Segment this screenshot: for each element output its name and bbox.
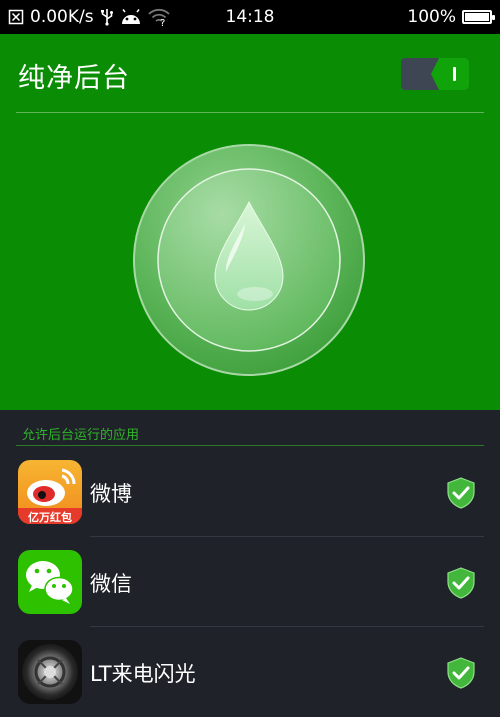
weibo-icon: 亿万红包 [18, 460, 82, 524]
allowed-apps-label: 允许后台运行的应用 [22, 428, 140, 443]
wechat-icon [18, 550, 82, 614]
list-item-lt-flash[interactable]: LT来电闪光 [0, 627, 500, 717]
status-bar-right: 100% [407, 7, 495, 27]
water-drop-icon [133, 144, 365, 376]
pure-background-toggle[interactable] [401, 58, 469, 90]
app-name-lt-flash: LT来电闪光 [90, 662, 196, 686]
page-title: 纯净后台 [18, 63, 130, 94]
header-divider [16, 112, 484, 113]
status-bar: 0.00K/s ? 14:18 100% [0, 0, 500, 34]
toggle-knob [431, 58, 469, 90]
battery-percent: 100% [407, 7, 456, 27]
weibo-icon-banner: 亿万红包 [28, 511, 72, 524]
battery-icon [462, 10, 495, 24]
header-panel: 纯净后台 [0, 34, 500, 410]
app-name-wechat: 微信 [90, 572, 132, 596]
list-item-wechat[interactable]: 微信 [0, 537, 500, 627]
list-item-weibo[interactable]: 亿万红包 微博 [0, 447, 500, 537]
section-divider [16, 445, 484, 446]
clean-button[interactable] [133, 144, 365, 376]
shield-check-icon[interactable] [446, 567, 476, 599]
app-name-weibo: 微博 [90, 482, 132, 506]
shield-check-icon[interactable] [446, 657, 476, 689]
lt-flash-icon [18, 640, 82, 704]
shield-check-icon[interactable] [446, 477, 476, 509]
